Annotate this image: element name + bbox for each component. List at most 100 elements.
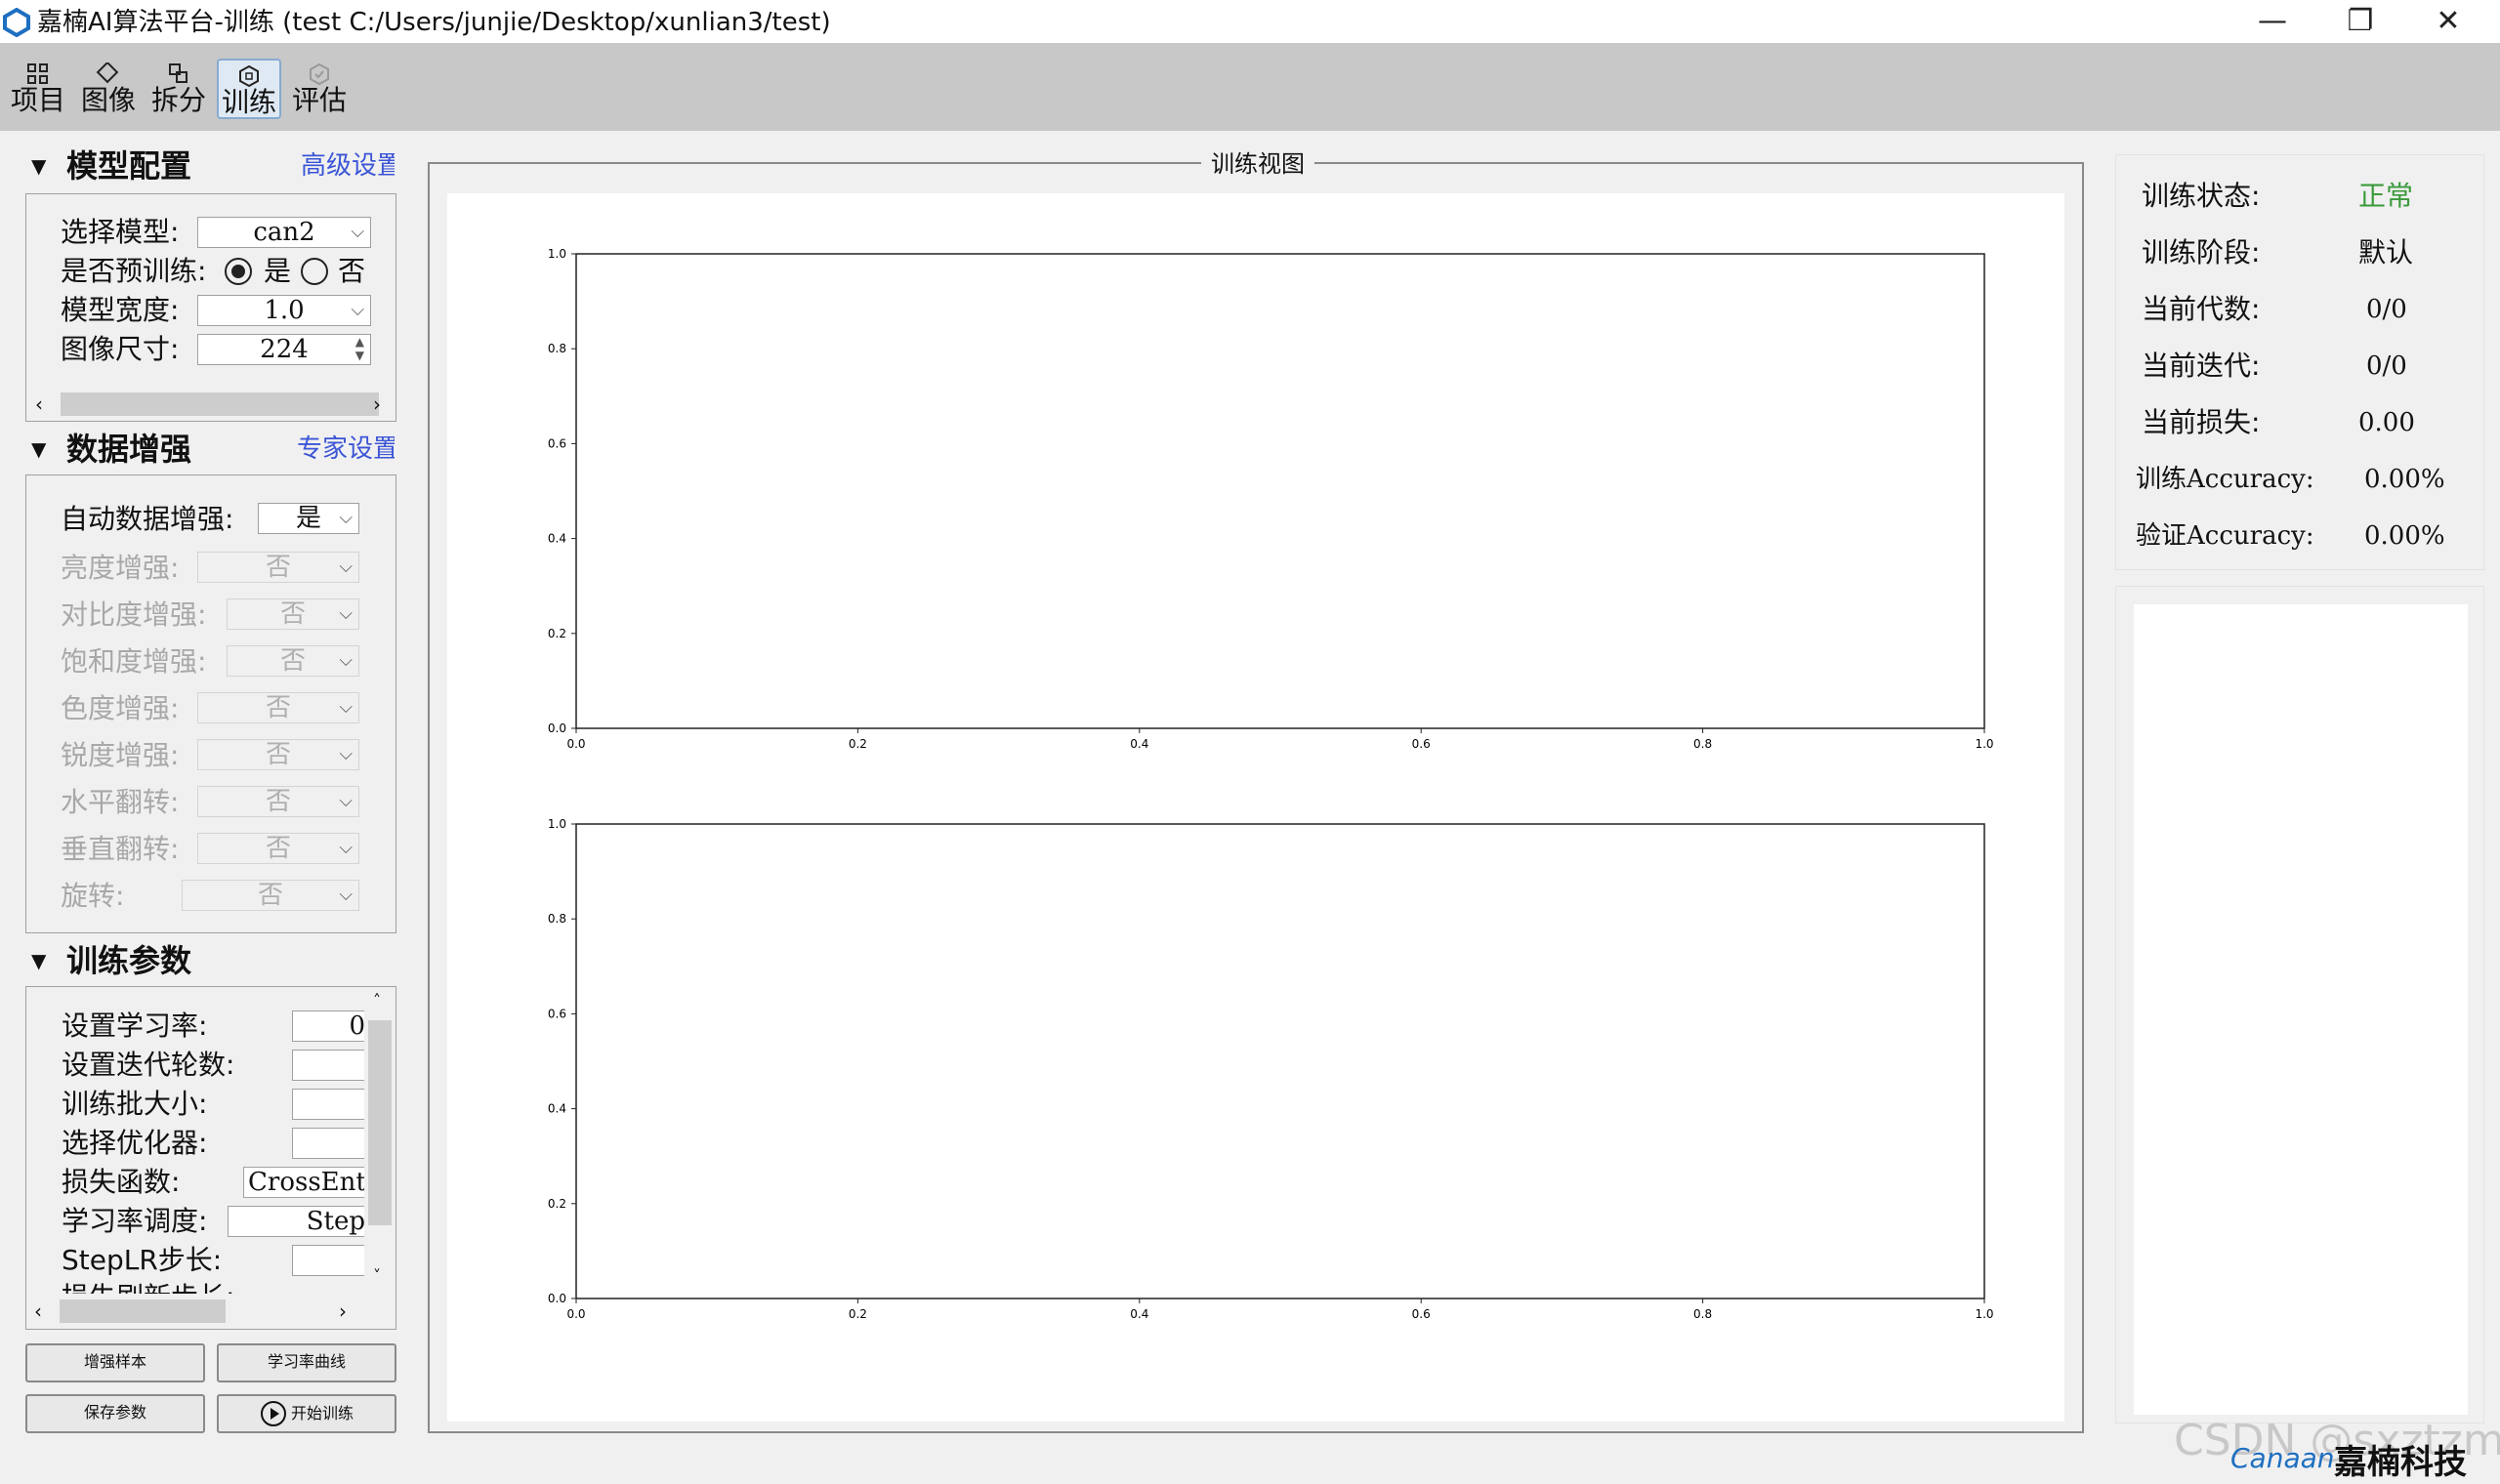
- width-select[interactable]: 1.0 ⌵: [197, 295, 371, 326]
- scroll-down-icon[interactable]: ˅: [373, 1266, 381, 1285]
- chevron-down-icon: ⌵: [351, 300, 364, 320]
- maximize-button[interactable]: ❐: [2316, 0, 2404, 43]
- loss-status-value: 0.00: [2358, 408, 2415, 437]
- save-params-button[interactable]: 保存参数: [25, 1394, 205, 1433]
- augment-item-value: 否: [265, 553, 291, 582]
- chevron-down-icon: ⌵: [339, 791, 353, 811]
- train-acc-label: 训练Accuracy:: [2136, 465, 2314, 494]
- model-select[interactable]: can2 ⌵: [197, 217, 371, 248]
- title-bar: 嘉楠AI算法平台-训练 (test C:/Users/junjie/Deskto…: [0, 0, 2500, 43]
- train-icon: [239, 64, 259, 88]
- size-spinbox[interactable]: 224 ▲ ▼: [197, 334, 371, 365]
- x-tick-label: 0.2: [849, 1307, 867, 1321]
- scroll-left-icon[interactable]: ‹: [34, 1296, 42, 1327]
- x-tick-label: 0.0: [566, 737, 585, 751]
- scroll-right-icon[interactable]: ›: [339, 1296, 347, 1327]
- augment-item-select[interactable]: 否 ⌵: [197, 692, 359, 723]
- collapse-arrow-icon[interactable]: ▼: [31, 146, 46, 186]
- augment-item-value: 否: [265, 740, 291, 769]
- split-icon: [169, 63, 188, 83]
- chevron-down-icon: ⌵: [339, 556, 353, 577]
- tab-split[interactable]: 拆分: [146, 59, 211, 119]
- augment-item-select[interactable]: 否 ⌵: [197, 833, 359, 864]
- augment-item-value: 否: [265, 693, 291, 722]
- augment-item-select[interactable]: 否 ⌵: [227, 645, 359, 677]
- epochs-input[interactable]: [292, 1050, 366, 1081]
- augment-item-select[interactable]: 否 ⌵: [197, 552, 359, 583]
- tab-project[interactable]: 项目: [6, 59, 70, 119]
- pretrain-label: 是否预训练:: [61, 255, 207, 287]
- steplr-input[interactable]: [292, 1245, 366, 1276]
- scroll-thumb[interactable]: [61, 392, 379, 416]
- augment-item-value: 否: [265, 834, 291, 863]
- tab-train-label: 训练: [221, 86, 276, 118]
- start-train-button[interactable]: 开始训练: [217, 1394, 396, 1433]
- train-params-hscrollbar[interactable]: ‹ ›: [28, 1296, 364, 1327]
- epoch-value: 0/0: [2366, 295, 2407, 324]
- advanced-settings-link[interactable]: 高级设置: [301, 148, 395, 184]
- auto-augment-select[interactable]: 是 ⌵: [258, 503, 359, 534]
- stage-label: 训练阶段:: [2142, 236, 2261, 268]
- y-tick-label: 0.8: [548, 912, 566, 926]
- tab-train[interactable]: 训练: [217, 59, 281, 119]
- scroll-up-icon[interactable]: ˄: [373, 991, 381, 1010]
- tab-evaluate-label: 评估: [291, 84, 347, 116]
- auto-augment-value: 是: [295, 504, 321, 533]
- chevron-down-icon: ⌵: [339, 744, 353, 764]
- chevron-down-icon: ⌵: [339, 885, 353, 905]
- minimize-button[interactable]: —: [2229, 0, 2316, 43]
- chevron-down-icon: ⌵: [339, 508, 353, 528]
- scroll-thumb[interactable]: [368, 1020, 392, 1225]
- steplr-label: StepLR步长:: [62, 1244, 223, 1276]
- pretrain-yes-radio[interactable]: [225, 258, 252, 285]
- augment-title: 数据增强: [66, 431, 192, 468]
- state-label: 训练状态:: [2142, 180, 2261, 212]
- brand-cn: 嘉楠科技: [2334, 1443, 2467, 1482]
- plot-axes-frame: [575, 823, 1985, 1299]
- scroll-left-icon[interactable]: ‹: [35, 389, 43, 420]
- chevron-down-icon: ⌵: [351, 222, 364, 242]
- loss-select[interactable]: CrossEnt: [243, 1167, 366, 1198]
- augment-item-select[interactable]: 否 ⌵: [227, 598, 359, 630]
- scroll-thumb[interactable]: [60, 1299, 226, 1323]
- train-params-vscrollbar[interactable]: ˄ ˅: [364, 991, 396, 1294]
- collapse-arrow-icon[interactable]: ▼: [31, 941, 46, 980]
- tab-evaluate[interactable]: 评估: [287, 59, 352, 119]
- y-tick-label: 0.6: [548, 1007, 566, 1020]
- y-tick-label: 0.2: [548, 627, 566, 640]
- collapse-arrow-icon[interactable]: ▼: [31, 430, 46, 469]
- x-tick-label: 0.4: [1130, 1307, 1148, 1321]
- y-tick-label: 0.6: [548, 436, 566, 450]
- scroll-right-icon[interactable]: ›: [373, 389, 381, 420]
- lr-input[interactable]: 0: [292, 1010, 366, 1042]
- model-config-hscrollbar[interactable]: ‹ ›: [27, 389, 395, 420]
- lr-curve-button[interactable]: 学习率曲线: [217, 1343, 396, 1382]
- tab-project-label: 项目: [10, 84, 65, 116]
- scheduler-select[interactable]: Step: [228, 1206, 366, 1237]
- auto-augment-label: 自动数据增强:: [61, 503, 234, 535]
- augment-item-select[interactable]: 否 ⌵: [182, 880, 359, 911]
- pretrain-no-radio[interactable]: [301, 258, 328, 285]
- augment-item-label: 亮度增强:: [61, 552, 180, 584]
- close-button[interactable]: ✕: [2404, 0, 2492, 43]
- train-params-panel: 设置学习率: 0 设置迭代轮数: 训练批大小: 选择优化器: 损失函数: Cro…: [25, 986, 396, 1330]
- expert-settings-link[interactable]: 专家设置: [297, 432, 395, 467]
- augment-item-select[interactable]: 否 ⌵: [197, 786, 359, 817]
- window-title: 嘉楠AI算法平台-训练 (test C:/Users/junjie/Deskto…: [37, 8, 831, 37]
- play-icon: [260, 1401, 286, 1426]
- x-tick-label: 0.6: [1412, 737, 1431, 751]
- x-tick-label: 1.0: [1975, 737, 1993, 751]
- batch-input[interactable]: [292, 1089, 366, 1120]
- plots-svg: 0.0 0.2 0.4 0.6 0.8 1.00.00.20.40.60.81.00.0 0…: [548, 247, 1994, 1321]
- toolbar: [0, 43, 2500, 131]
- augment-item-label: 对比度增强:: [61, 598, 207, 631]
- optimizer-select[interactable]: [292, 1128, 366, 1159]
- plot-axes-frame: [575, 253, 1985, 729]
- augment-item-select[interactable]: 否 ⌵: [197, 739, 359, 770]
- augment-sample-button[interactable]: 增强样本: [25, 1343, 205, 1382]
- x-tick-label: 0.0: [566, 1307, 585, 1321]
- loss-status-label: 当前损失:: [2142, 406, 2261, 438]
- iter-label: 当前迭代:: [2142, 350, 2261, 382]
- tab-image[interactable]: 图像: [76, 59, 141, 119]
- y-tick-label: 1.0: [548, 247, 566, 261]
